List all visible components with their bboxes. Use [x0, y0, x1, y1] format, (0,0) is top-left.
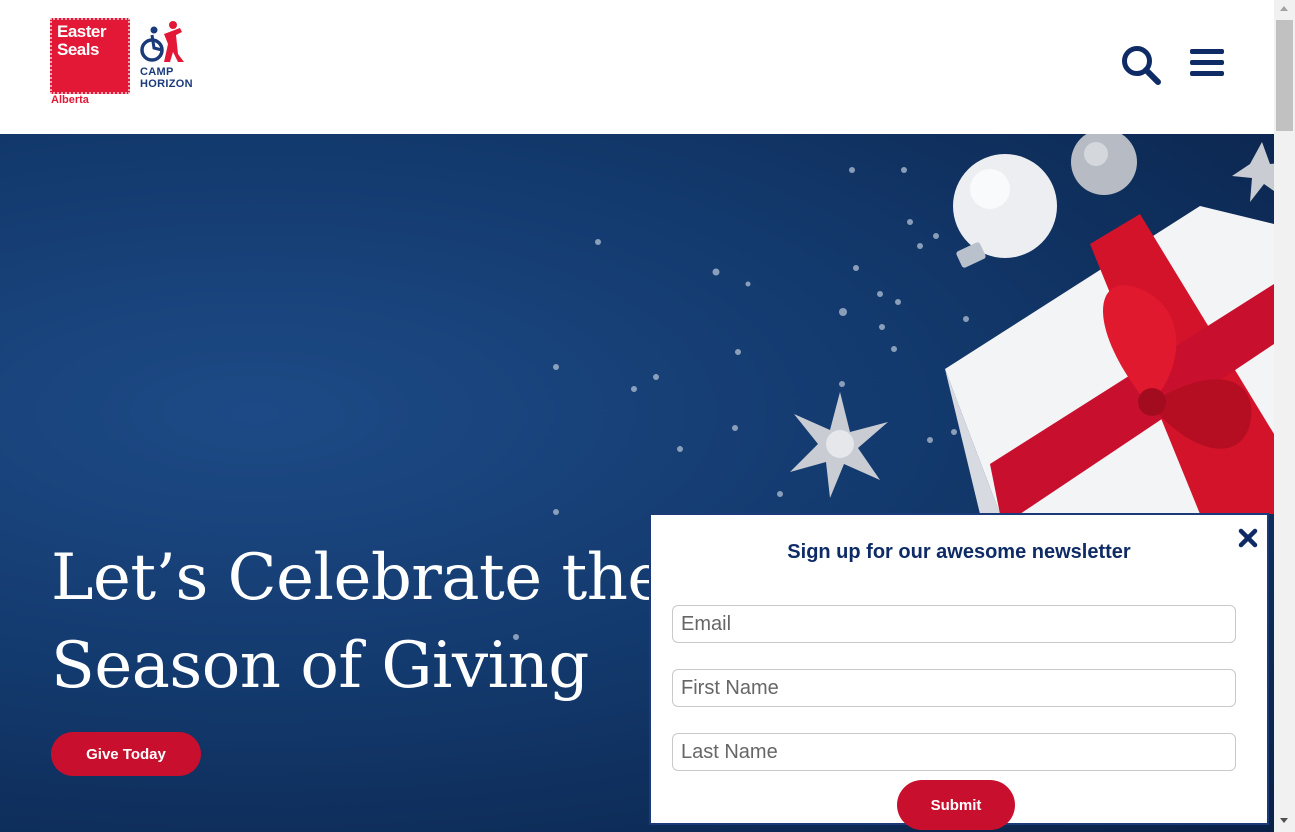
easter-seals-logo[interactable]: Easter Seals	[50, 18, 130, 94]
camp-horizon-wordmark: CAMP HORIZON	[140, 66, 193, 90]
hamburger-menu-icon[interactable]	[1188, 46, 1226, 80]
newsletter-title: Sign up for our awesome newsletter	[787, 541, 1131, 563]
hero-title: Let’s Celebrate the Season of Giving	[51, 534, 665, 710]
hero-title-line1: Let’s Celebrate the	[51, 541, 665, 615]
last-name-field[interactable]	[672, 733, 1236, 771]
submit-button[interactable]: Submit	[897, 780, 1015, 830]
camp-line2: HORIZON	[140, 78, 193, 90]
close-icon[interactable]	[1237, 527, 1259, 549]
page-scrollbar[interactable]	[1274, 0, 1295, 832]
email-field[interactable]	[672, 605, 1236, 643]
logo-line2: Seals	[57, 40, 99, 59]
logo-line1: Easter	[57, 22, 106, 41]
hero-title-line2: Season of Giving	[51, 629, 589, 703]
camp-line1: CAMP	[140, 66, 174, 78]
give-today-button[interactable]: Give Today	[51, 732, 201, 776]
search-icon[interactable]	[1120, 44, 1162, 86]
scroll-up-arrow-icon[interactable]	[1280, 6, 1288, 11]
newsletter-popup: Sign up for our awesome newsletter Submi…	[649, 513, 1269, 830]
scroll-down-arrow-icon[interactable]	[1280, 818, 1288, 823]
site-header: Easter Seals Alberta CAMP HORIZON	[0, 0, 1274, 134]
first-name-field[interactable]	[672, 669, 1236, 707]
camp-horizon-logo-icon	[140, 21, 184, 62]
scroll-thumb[interactable]	[1276, 20, 1293, 131]
logo-region: Alberta	[51, 94, 89, 106]
